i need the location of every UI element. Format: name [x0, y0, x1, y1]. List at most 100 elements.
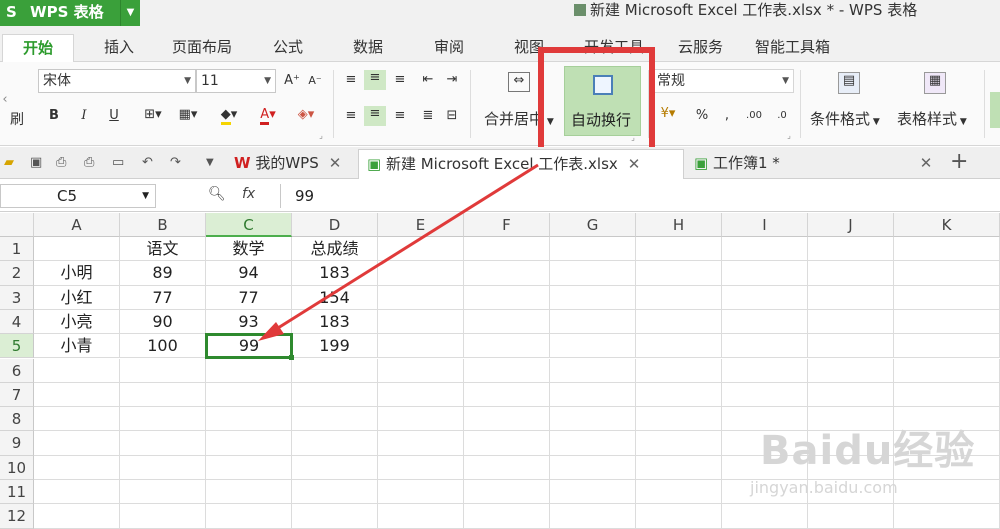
cell-E10[interactable] — [378, 455, 464, 480]
cell-G12[interactable] — [550, 504, 636, 529]
row-header-7[interactable]: 7 — [0, 382, 34, 408]
cell-C10[interactable] — [206, 455, 292, 480]
cell-H4[interactable] — [636, 309, 722, 335]
cell-D3[interactable]: 154 — [292, 285, 378, 310]
underline-button[interactable]: U — [106, 108, 122, 124]
cell-A4[interactable]: 小亮 — [34, 309, 120, 335]
cell-B5[interactable]: 100 — [120, 334, 206, 359]
cell-C4[interactable]: 93 — [206, 309, 292, 335]
select-all-corner[interactable] — [0, 213, 34, 237]
tab-smart-tools[interactable]: 智能工具箱 — [755, 38, 830, 56]
comma-button[interactable]: , — [722, 108, 732, 124]
function-icon[interactable]: fx — [242, 186, 255, 202]
cell-D9[interactable] — [292, 431, 378, 456]
tab-current-workbook[interactable]: ▣ 新建 Microsoft Excel 工作表.xlsx ✕ — [358, 149, 684, 179]
font-color-icon[interactable]: A▾ — [252, 107, 284, 125]
currency-icon[interactable]: ¥▾ — [656, 106, 680, 122]
row-header-11[interactable]: 11 — [0, 480, 34, 505]
cell-K4[interactable] — [894, 309, 1000, 335]
undo-icon[interactable]: ↶ — [142, 155, 153, 170]
cell-F9[interactable] — [464, 431, 550, 456]
cell-D4[interactable]: 183 — [292, 309, 378, 335]
cell-E1[interactable] — [378, 237, 464, 262]
cell-I1[interactable] — [722, 237, 808, 262]
cell-B6[interactable] — [120, 358, 206, 383]
cell-D11[interactable] — [292, 480, 378, 505]
cell-H5[interactable] — [636, 334, 722, 359]
cell-C12[interactable] — [206, 504, 292, 529]
cell-D10[interactable] — [292, 455, 378, 480]
cell-K6[interactable] — [894, 358, 1000, 383]
cell-E5[interactable] — [378, 334, 464, 359]
cell-A1[interactable] — [34, 237, 120, 262]
align-center-icon[interactable]: ≡ — [364, 106, 386, 126]
cell-A9[interactable] — [34, 431, 120, 456]
app-menu-button[interactable]: S WPS 表格 ▼ — [0, 0, 140, 26]
row-header-12[interactable]: 12 — [0, 504, 34, 529]
cell-H3[interactable] — [636, 285, 722, 310]
cell-G5[interactable] — [550, 334, 636, 359]
cell-J1[interactable] — [808, 237, 894, 262]
decrease-decimal-icon[interactable]: .0 — [772, 108, 792, 124]
cell-G1[interactable] — [550, 237, 636, 262]
column-header-K[interactable]: K — [894, 213, 1000, 237]
tab-formulas[interactable]: 公式 — [273, 38, 303, 56]
cell-G2[interactable] — [550, 261, 636, 286]
column-header-B[interactable]: B — [120, 213, 206, 237]
cell-J2[interactable] — [808, 261, 894, 286]
cell-E4[interactable] — [378, 309, 464, 335]
cell-A7[interactable] — [34, 382, 120, 408]
tab-data[interactable]: 数据 — [353, 38, 383, 56]
ribbon-scroll-left-icon[interactable]: ‹ — [0, 92, 10, 108]
cell-D7[interactable] — [292, 382, 378, 408]
cell-A8[interactable] — [34, 407, 120, 432]
cell-I6[interactable] — [722, 358, 808, 383]
quick-access-dropdown-icon[interactable]: ▼ — [206, 157, 214, 168]
cell-B4[interactable]: 90 — [120, 309, 206, 335]
cell-D8[interactable] — [292, 407, 378, 432]
clear-format-icon[interactable]: ◈▾ — [290, 107, 322, 123]
cell-C6[interactable] — [206, 358, 292, 383]
cell-H6[interactable] — [636, 358, 722, 383]
close-icon[interactable]: ✕ — [329, 154, 342, 172]
cell-A12[interactable] — [34, 504, 120, 529]
cell-C8[interactable] — [206, 407, 292, 432]
tab-cloud[interactable]: 云服务 — [678, 38, 723, 56]
close-icon[interactable]: ✕ — [920, 154, 933, 172]
cell-C1[interactable]: 数学 — [206, 237, 292, 262]
cell-B12[interactable] — [120, 504, 206, 529]
number-dialog-icon[interactable]: ⌟ — [784, 128, 794, 144]
justify-icon[interactable]: ≣ — [420, 108, 436, 124]
align-left-icon[interactable]: ≡ — [343, 108, 359, 124]
cell-B7[interactable] — [120, 382, 206, 408]
cell-J7[interactable] — [808, 382, 894, 408]
cell-H8[interactable] — [636, 407, 722, 432]
cell-E7[interactable] — [378, 382, 464, 408]
cell-K2[interactable] — [894, 261, 1000, 286]
open-folder-icon[interactable]: ▰ — [4, 155, 14, 170]
cell-F10[interactable] — [464, 455, 550, 480]
percent-button[interactable]: % — [694, 108, 710, 124]
cell-B11[interactable] — [120, 480, 206, 505]
cell-F4[interactable] — [464, 309, 550, 335]
row-header-8[interactable]: 8 — [0, 407, 34, 432]
save-icon[interactable]: ▣ — [30, 155, 42, 170]
row-header-2[interactable]: 2 — [0, 261, 34, 286]
cell-H1[interactable] — [636, 237, 722, 262]
italic-button[interactable]: I — [76, 108, 92, 124]
tab-page-layout[interactable]: 页面布局 — [172, 38, 232, 56]
cell-D6[interactable] — [292, 358, 378, 383]
tab-workbook1[interactable]: ▣ 工作簿1 * ✕ — [686, 149, 944, 179]
conditional-format-button[interactable]: 条件格式 ▼ — [810, 108, 880, 129]
cell-C2[interactable]: 94 — [206, 261, 292, 286]
font-name-select[interactable]: 宋体 ▼ — [38, 69, 196, 93]
cell-C5[interactable]: 99 — [205, 333, 293, 360]
cell-D12[interactable] — [292, 504, 378, 529]
increase-decimal-icon[interactable]: .00 — [744, 108, 764, 124]
tab-review[interactable]: 审阅 — [434, 38, 464, 56]
cell-A5[interactable]: 小青 — [34, 334, 120, 359]
column-header-E[interactable]: E — [378, 213, 464, 237]
cell-H12[interactable] — [636, 504, 722, 529]
print-preview-icon[interactable]: ▭ — [112, 155, 124, 170]
export-pdf-icon[interactable]: ⎙ — [56, 155, 66, 170]
